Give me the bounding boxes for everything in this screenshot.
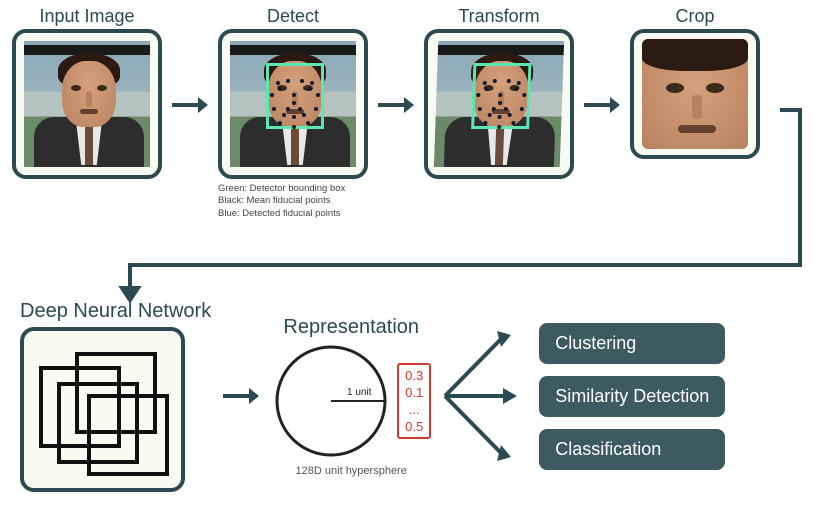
pipeline-row-2: Deep Neural Network Representation 1 uni… [20,300,725,492]
stage-transform: Transform [424,6,574,179]
arrow-dnn-rep [221,314,261,479]
detect-image-placeholder [230,41,356,167]
app-clustering: Clustering [539,323,725,364]
pipeline-row-1: Input Image Detect [12,6,760,220]
stage-crop: Crop [630,6,760,159]
stage-input: Input Image [12,6,162,179]
crop-image-placeholder [642,39,748,149]
hypersphere-icon: 1 unit [271,341,391,461]
arrow-transform-crop [582,30,622,180]
card-dnn [20,327,185,492]
card-transform [424,29,574,179]
legend-black: Black: Mean fiducial points [218,195,368,207]
embedding-vector: 0.3 0.1 ... 0.5 [397,363,431,439]
stage-label-transform: Transform [458,6,539,27]
stage-representation: Representation 1 unit 0.3 0.1 ... 0.5 12… [271,316,431,477]
arrow-right-icon [378,95,414,115]
arrow-fan [441,311,521,481]
arrow-right-icon [223,386,259,406]
fiducial-points [266,63,324,129]
card-input-image [12,29,162,179]
stage-detect: Detect [218,6,368,220]
vec-cell: 0.3 [403,368,425,383]
arrow-right-icon [584,95,620,115]
input-image-placeholder [24,41,150,167]
hypersphere-caption: 128D unit hypersphere [296,465,407,477]
representation-title: Representation [283,316,419,339]
arrow-right-icon [172,95,208,115]
stage-label-input: Input Image [39,6,134,27]
card-detect [218,29,368,179]
arrow-input-detect [170,30,210,180]
transform-image-placeholder [434,41,564,167]
legend-blue: Blue: Detected fiducial points [218,208,368,220]
dnn-layers-icon [33,340,173,480]
vec-cell: ... [403,402,425,417]
stage-label-crop: Crop [675,6,714,27]
card-crop [630,29,760,159]
applications-list: Clustering Similarity Detection Classifi… [539,323,725,470]
legend-block: Green: Detector bounding box Black: Mean… [218,183,368,220]
fiducial-points [471,63,531,129]
app-similarity: Similarity Detection [539,376,725,417]
unit-label: 1 unit [347,387,372,398]
vec-cell: 0.5 [403,419,425,434]
arrow-detect-transform [376,30,416,180]
dnn-title: Deep Neural Network [20,300,211,323]
legend-green: Green: Detector bounding box [218,183,368,195]
stage-label-detect: Detect [267,6,319,27]
stage-dnn: Deep Neural Network [20,300,211,492]
app-classification: Classification [539,429,725,470]
vec-cell: 0.1 [403,385,425,400]
